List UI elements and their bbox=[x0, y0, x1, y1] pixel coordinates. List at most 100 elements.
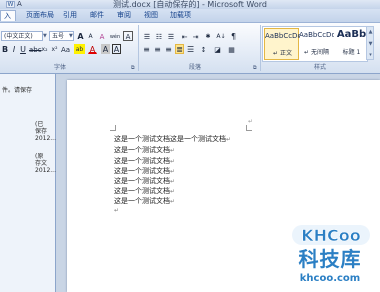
paragraph-mark: ↵ bbox=[170, 168, 176, 175]
crop-mark bbox=[110, 125, 116, 131]
scroll-down-icon[interactable]: ▼ bbox=[368, 41, 373, 47]
font-size-dropdown-icon[interactable]: ▼ bbox=[69, 31, 74, 41]
styles-group-label: 样式 bbox=[313, 64, 326, 71]
document-line[interactable]: 这是一个测试文档↵ bbox=[114, 145, 175, 156]
align-left-button[interactable]: ≡ bbox=[142, 44, 151, 54]
tab-page-layout[interactable]: 页面布局 bbox=[26, 10, 54, 21]
document-recovery-pane: 件。请保存 (已 保存 2012... (原 存文 2012... bbox=[0, 74, 56, 292]
shading-button[interactable]: ◪ bbox=[212, 44, 223, 54]
recovery-item[interactable]: (原 存文 2012... bbox=[0, 152, 56, 178]
window-title: 测试.docx [自动保存的] - Microsoft Word bbox=[113, 0, 267, 9]
crop-mark bbox=[246, 125, 252, 131]
style-sample: AaBbCcDd bbox=[299, 31, 334, 39]
borders-button[interactable]: ▦ bbox=[226, 44, 237, 54]
line-text: 这是一个测试文档 bbox=[114, 157, 170, 165]
highlight-button[interactable]: ab bbox=[74, 44, 85, 54]
ribbon-tabs: 入 页面布局 引用 邮件 审阅 视图 加载项 bbox=[0, 9, 380, 23]
line-text: 这是一个测试文档 bbox=[114, 146, 170, 154]
ribbon: (中文正文) ▼ 五号 ▼ A A A wén A B I U abc x₂ x… bbox=[0, 23, 380, 74]
scroll-up-icon[interactable]: ▲ bbox=[368, 29, 373, 35]
paragraph-mark: ↵ bbox=[226, 136, 232, 143]
font-family-select[interactable]: (中文正文) bbox=[1, 31, 43, 41]
group-separator bbox=[138, 25, 139, 71]
grow-font-button[interactable]: A bbox=[76, 31, 85, 41]
style-sample: AaBbCcDd bbox=[265, 32, 300, 40]
shrink-font-button[interactable]: A bbox=[86, 31, 95, 41]
margin-paragraph-mark: ↵ bbox=[248, 118, 254, 125]
recovery-item-date: 2012... bbox=[35, 167, 56, 174]
style-tile-no-spacing[interactable]: AaBbCcDd ↵ 无间隔 bbox=[299, 28, 334, 60]
watermark-chinese-text: 科技库 bbox=[298, 247, 362, 271]
superscript-button[interactable]: x² bbox=[50, 44, 59, 54]
decrease-indent-button[interactable]: ⇤ bbox=[180, 31, 189, 41]
strikethrough-button[interactable]: abc bbox=[28, 44, 42, 54]
show-marks-button[interactable]: ¶ bbox=[229, 31, 238, 41]
change-case-button[interactable]: Aa bbox=[60, 44, 71, 54]
increase-indent-button[interactable]: ⇥ bbox=[191, 31, 200, 41]
khcoo-logo: KHCoo bbox=[292, 225, 370, 245]
font-color-button[interactable]: A bbox=[88, 44, 97, 54]
font-dialog-launcher-icon[interactable]: ⧉ bbox=[131, 64, 137, 72]
enclose-char-button[interactable]: A bbox=[123, 31, 133, 41]
sort-button[interactable]: A↓ bbox=[215, 31, 227, 41]
line-spacing-button[interactable]: ↕ bbox=[198, 44, 209, 54]
paragraph-mark: ↵ bbox=[170, 147, 176, 154]
line-text: 这是一个测试文档 bbox=[114, 187, 170, 195]
tab-references[interactable]: 引用 bbox=[63, 10, 77, 21]
recovery-item-status: (原 bbox=[35, 153, 44, 160]
align-right-button[interactable]: ≡ bbox=[164, 44, 173, 54]
align-center-button[interactable]: ≡ bbox=[153, 44, 162, 54]
tab-addins[interactable]: 加载项 bbox=[170, 10, 191, 21]
paragraph-mark: ↵ bbox=[170, 198, 176, 205]
paragraph-group-label: 段落 bbox=[188, 64, 201, 71]
more-styles-icon[interactable]: ▾ bbox=[368, 52, 373, 58]
logo-text: KHCoo bbox=[301, 226, 361, 245]
recovery-item-name: 存文 bbox=[35, 160, 48, 167]
document-line[interactable]: 这是一个测试文档↵ bbox=[114, 196, 175, 207]
underline-button[interactable]: U bbox=[19, 44, 27, 54]
group-separator bbox=[260, 25, 261, 71]
style-tile-heading-1[interactable]: AaBb 标题 1 bbox=[334, 28, 369, 60]
line-text: 这是一个测试文档 bbox=[114, 197, 170, 205]
style-sample: AaBb bbox=[336, 29, 367, 40]
line-text: 这是一个测试文档 bbox=[114, 167, 170, 175]
multilevel-list-button[interactable]: ☰ bbox=[166, 31, 176, 41]
line-text: 这是一个测试文档这是一个测试文档 bbox=[114, 135, 226, 143]
recovery-message: 件。请保存 bbox=[2, 87, 33, 94]
italic-button[interactable]: I bbox=[10, 44, 18, 54]
paragraph-mark: ↵ bbox=[170, 188, 176, 195]
paragraph-dialog-launcher-icon[interactable]: ⧉ bbox=[253, 64, 259, 72]
numbering-button[interactable]: ☷ bbox=[154, 31, 164, 41]
quick-styles-gallery: AaBbCcDd ↵ 正文 AaBbCcDd ↵ 无间隔 AaBb 标题 1 bbox=[262, 26, 368, 62]
font-group-label: 字体 bbox=[53, 64, 66, 71]
styles-scroll[interactable]: ▲ ▼ ▾ bbox=[366, 26, 374, 60]
chinese-layout-button[interactable]: ✱ bbox=[203, 31, 213, 41]
recovery-item-date: 2012... bbox=[35, 135, 56, 142]
paragraph-mark: ↵ bbox=[170, 158, 176, 165]
recovery-item-status: (已 bbox=[35, 121, 44, 128]
tab-view[interactable]: 视图 bbox=[144, 10, 158, 21]
bold-button[interactable]: B bbox=[1, 44, 9, 54]
style-name: 标题 1 bbox=[342, 49, 361, 56]
tab-review[interactable]: 审阅 bbox=[117, 10, 131, 21]
tab-insert[interactable]: 入 bbox=[0, 10, 16, 21]
recovery-item-name: 保存 bbox=[35, 128, 48, 135]
subscript-button[interactable]: x₂ bbox=[40, 44, 49, 54]
tab-mailings[interactable]: 邮件 bbox=[90, 10, 104, 21]
document-line[interactable]: 这是一个测试文档这是一个测试文档↵ bbox=[114, 134, 231, 145]
distributed-button[interactable]: ☰ bbox=[186, 44, 195, 54]
watermark-url: khcoo.com bbox=[299, 273, 361, 284]
style-tile-normal[interactable]: AaBbCcDd ↵ 正文 bbox=[264, 28, 300, 60]
justify-button[interactable]: ≣ bbox=[175, 44, 184, 54]
char-shading-button[interactable]: A bbox=[101, 44, 110, 54]
line-text: 这是一个测试文档 bbox=[114, 177, 170, 185]
empty-paragraph-mark: ↵ bbox=[114, 207, 120, 214]
phonetic-guide-button[interactable]: wén bbox=[108, 31, 122, 41]
font-family-dropdown-icon[interactable]: ▼ bbox=[43, 31, 48, 41]
recovery-item[interactable]: (已 保存 2012... bbox=[0, 120, 56, 146]
paragraph-mark: ↵ bbox=[170, 178, 176, 185]
style-name: ↵ 无间隔 bbox=[304, 49, 329, 56]
clear-format-button[interactable]: A bbox=[97, 31, 107, 41]
char-border-button[interactable]: A bbox=[112, 44, 121, 54]
bullets-button[interactable]: ☰ bbox=[142, 31, 152, 41]
